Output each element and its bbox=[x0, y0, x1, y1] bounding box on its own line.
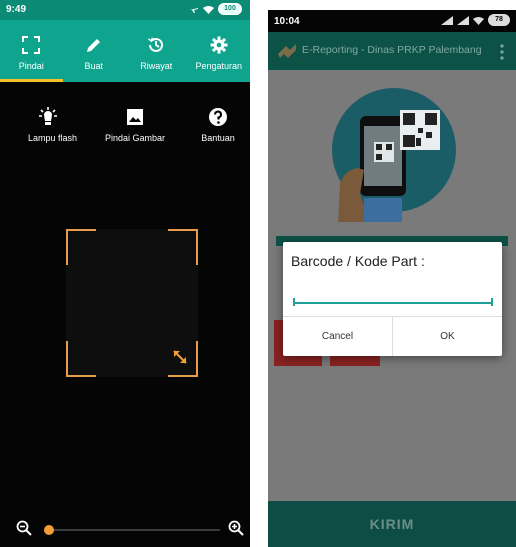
flashlight-icon bbox=[39, 107, 57, 125]
scan-icon bbox=[22, 36, 41, 54]
scan-image-button[interactable]: Pindai Gambar bbox=[103, 105, 167, 143]
viewfinder-corner bbox=[66, 229, 96, 265]
help-icon bbox=[209, 108, 227, 126]
help-button[interactable]: Bantuan bbox=[198, 105, 238, 143]
status-icons: 78 bbox=[441, 14, 510, 26]
active-tab-indicator bbox=[0, 79, 63, 82]
dialog-title: Barcode / Kode Part : bbox=[291, 253, 425, 269]
tool-label: Bantuan bbox=[201, 133, 235, 143]
zoom-control bbox=[0, 510, 250, 547]
signal-icon bbox=[441, 15, 453, 25]
scanner-tools: Lampu flash Pindai Gambar Bantuan bbox=[0, 105, 250, 155]
tab-label: Pengaturan bbox=[195, 61, 243, 71]
tab-pengaturan[interactable]: Pengaturan bbox=[188, 20, 251, 82]
app-title: E-Reporting - Dinas PRKP Palembang bbox=[302, 44, 482, 56]
tool-label: Lampu flash bbox=[28, 133, 78, 143]
scanner-screen: 9:49 100 Pindai Buat Riwayat Pengaturan … bbox=[0, 0, 250, 547]
tab-bar: Pindai Buat Riwayat Pengaturan bbox=[0, 20, 250, 82]
app-logo-icon bbox=[278, 44, 296, 58]
zoom-in-icon[interactable] bbox=[228, 520, 244, 536]
status-icons: 100 bbox=[189, 3, 242, 15]
report-screen: 10:04 78 E-Reporting - Dinas PRKP Palemb… bbox=[268, 10, 516, 547]
wifi-icon bbox=[473, 16, 484, 25]
submit-button-label: KIRIM bbox=[369, 516, 415, 532]
barcode-dialog: Barcode / Kode Part : Cancel OK bbox=[283, 242, 502, 356]
tab-label: Riwayat bbox=[140, 61, 173, 71]
ok-button[interactable]: OK bbox=[392, 317, 502, 356]
zoom-slider[interactable] bbox=[44, 525, 220, 535]
status-bar: 10:04 78 bbox=[268, 10, 516, 32]
status-time: 9:49 bbox=[6, 4, 27, 15]
tab-riwayat[interactable]: Riwayat bbox=[125, 20, 188, 82]
flashlight-button[interactable]: Lampu flash bbox=[28, 105, 78, 143]
qr-scan-illustration-icon bbox=[332, 88, 456, 222]
battery-indicator: 78 bbox=[488, 14, 510, 26]
tab-label: Buat bbox=[84, 61, 103, 71]
resize-handle-icon[interactable] bbox=[172, 349, 188, 365]
status-time: 10:04 bbox=[274, 16, 300, 27]
tab-label: Pindai bbox=[18, 61, 44, 71]
viewfinder-corner bbox=[168, 229, 198, 265]
gear-icon bbox=[210, 36, 228, 54]
dialog-buttons: Cancel OK bbox=[283, 316, 502, 356]
wifi-icon bbox=[203, 5, 214, 14]
scan-viewfinder bbox=[66, 229, 198, 377]
pencil-icon bbox=[86, 39, 100, 52]
status-bar: 9:49 100 bbox=[0, 0, 250, 20]
signal-icon bbox=[457, 15, 469, 25]
input-underline-caps bbox=[293, 298, 493, 306]
overflow-menu-icon[interactable] bbox=[500, 44, 504, 60]
airplane-icon bbox=[190, 8, 198, 13]
image-icon bbox=[127, 109, 143, 125]
battery-indicator: 100 bbox=[218, 3, 242, 15]
tool-label: Pindai Gambar bbox=[104, 133, 166, 143]
cancel-button[interactable]: Cancel bbox=[283, 317, 392, 356]
tab-buat[interactable]: Buat bbox=[63, 20, 126, 82]
submit-button[interactable]: KIRIM bbox=[268, 501, 516, 547]
zoom-out-icon[interactable] bbox=[16, 520, 32, 536]
zoom-slider-knob[interactable] bbox=[44, 525, 54, 535]
viewfinder-corner bbox=[66, 341, 96, 377]
app-toolbar: E-Reporting - Dinas PRKP Palembang bbox=[268, 32, 516, 70]
tab-pindai[interactable]: Pindai bbox=[0, 20, 63, 82]
history-icon bbox=[148, 37, 164, 52]
